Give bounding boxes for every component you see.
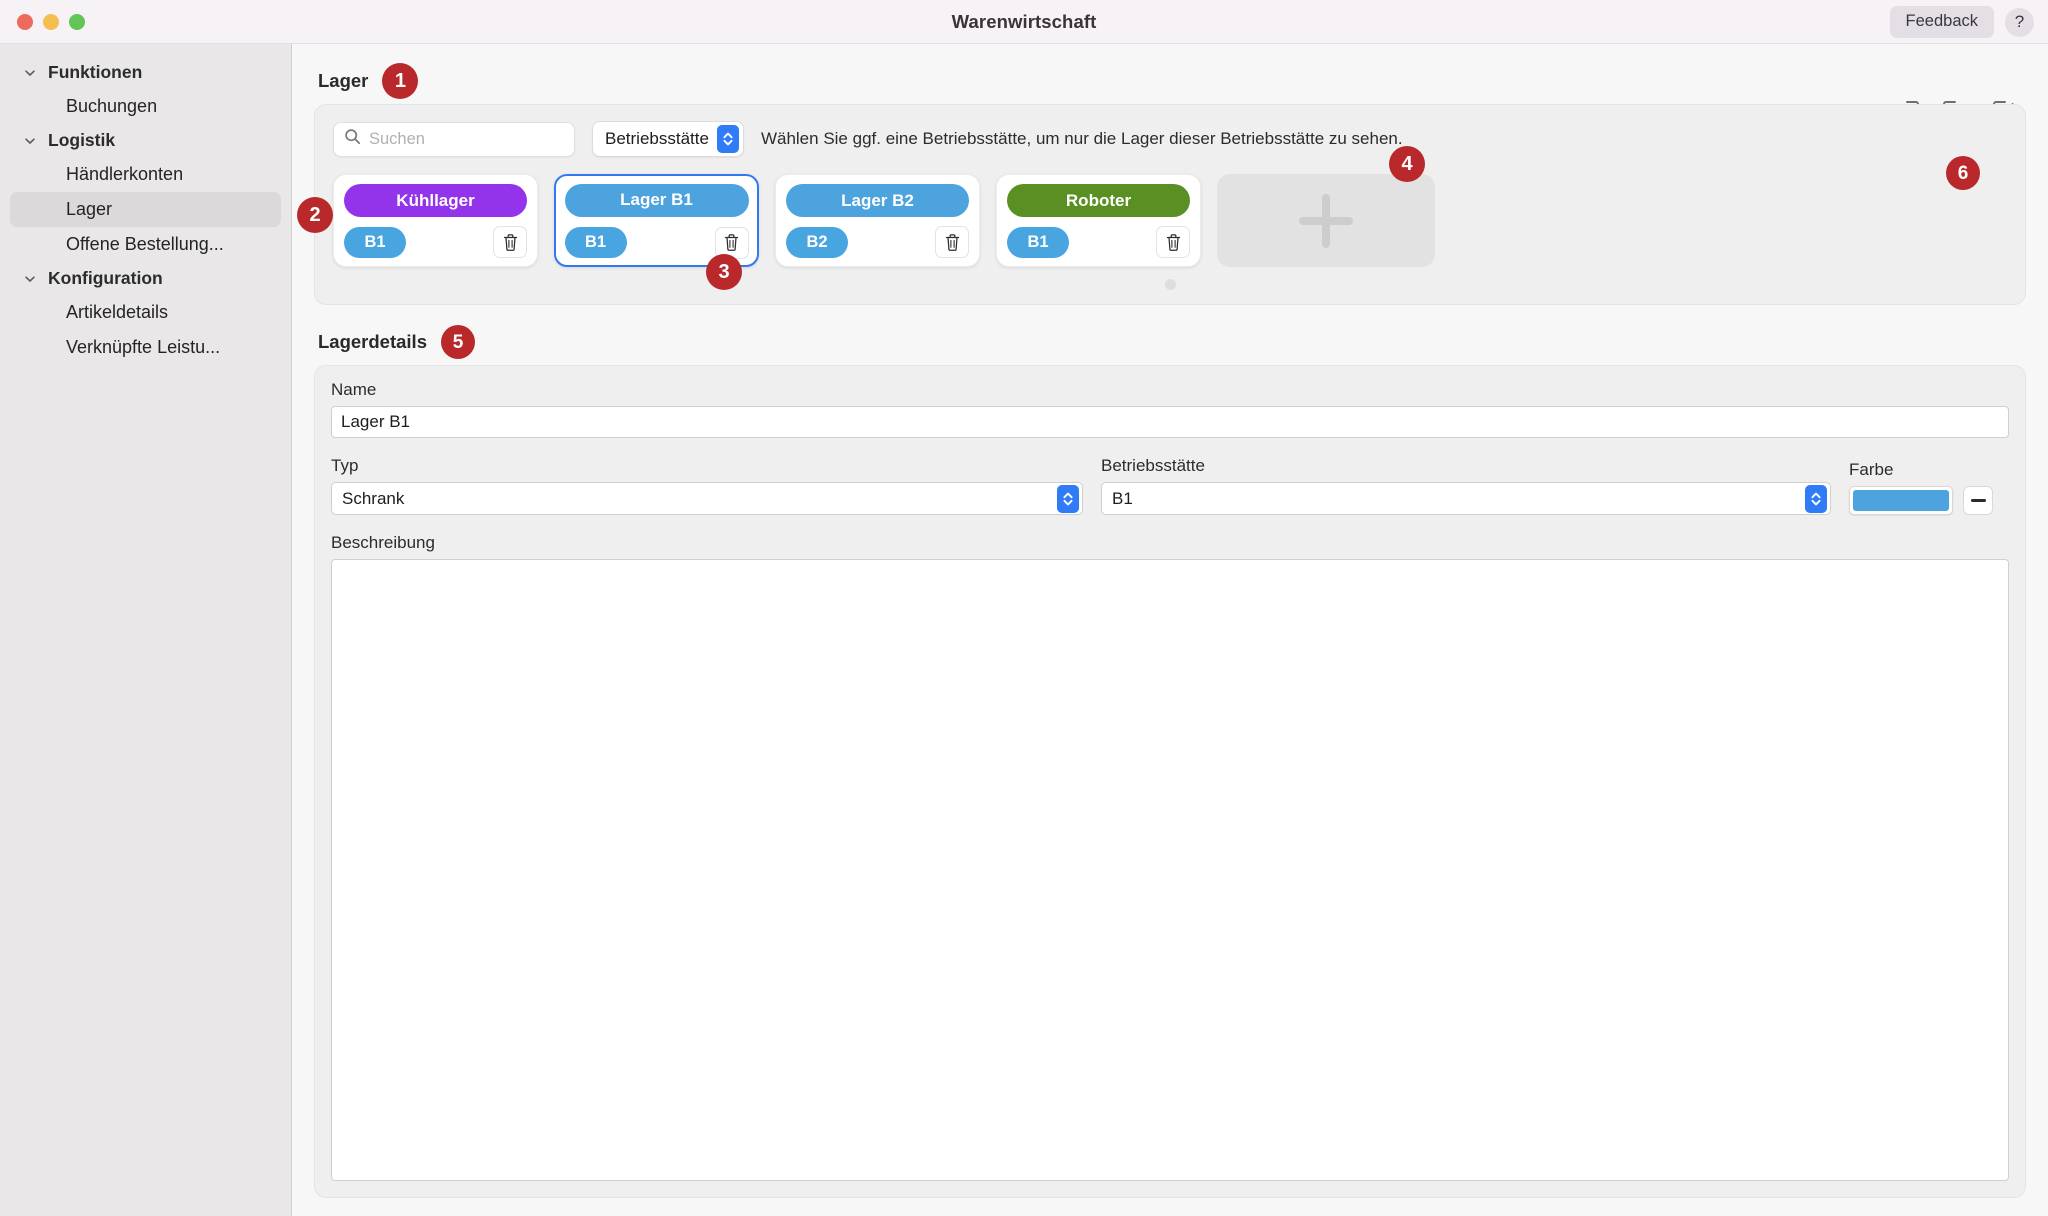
lager-cards-row: Kühllager B1 Lager B1 B1 3 Lager B2 B2 R… <box>333 146 2007 290</box>
lager-card-selected[interactable]: Lager B1 B1 3 <box>554 174 759 290</box>
window-titlebar: Warenwirtschaft Feedback ? <box>0 0 2048 44</box>
betriebsstaette-value: B1 <box>1112 488 1133 508</box>
main-content: Lager 1 6 Suchen Betriebsstätte Wählen S… <box>292 44 2048 1216</box>
betriebsstaette-filter-value: Betriebsstätte <box>605 129 709 148</box>
details-title: Lagerdetails <box>318 331 427 352</box>
filter-hint-text: Wählen Sie ggf. eine Betriebsstätte, um … <box>760 129 1403 148</box>
name-label: Name <box>331 380 377 399</box>
typ-select[interactable]: Schrank <box>331 482 1083 515</box>
delete-lager-button[interactable] <box>935 226 969 258</box>
lager-card[interactable]: Lager B2 B2 <box>775 174 980 267</box>
betriebsstaette-filter-select[interactable]: Betriebsstätte <box>592 121 744 157</box>
chevron-down-icon <box>22 134 38 148</box>
chevron-updown-icon <box>1805 484 1827 513</box>
sidebar-item-artikeldetails[interactable]: Artikeldetails <box>10 295 281 330</box>
minus-icon <box>1970 499 1986 502</box>
page-title: Lager <box>318 70 369 91</box>
lager-card-title: Lager B2 <box>786 184 969 217</box>
chevron-down-icon <box>22 272 38 286</box>
farbe-clear-button[interactable] <box>1963 486 1993 515</box>
lager-card-site-badge: B2 <box>786 226 848 258</box>
beschreibung-label: Beschreibung <box>331 533 435 552</box>
plus-icon <box>1299 193 1353 248</box>
details-section-header: Lagerdetails 5 <box>318 325 2026 359</box>
window-title: Warenwirtschaft <box>951 10 1097 32</box>
details-row: Typ Schrank Betriebsstätte B1 Farbe <box>331 456 2009 515</box>
sidebar-item-lager[interactable]: Lager <box>10 192 281 227</box>
lager-card-footer: B2 <box>786 226 969 258</box>
betriebsstaette-label: Betriebsstätte <box>1101 456 1205 475</box>
sidebar-group-logistik[interactable]: Logistik <box>0 124 291 157</box>
search-input[interactable] <box>369 129 564 149</box>
annotation-badge-2: 2 <box>297 197 333 233</box>
farbe-label: Farbe <box>1849 460 1894 479</box>
sidebar-item-haendlerkonten[interactable]: Händlerkonten <box>10 157 281 192</box>
annotation-badge-1: 1 <box>382 63 419 99</box>
feedback-button[interactable]: Feedback <box>1889 6 1994 38</box>
lager-card-title: Lager B1 <box>564 183 749 217</box>
chevron-updown-icon <box>716 125 739 153</box>
name-input[interactable] <box>331 406 2009 438</box>
sidebar: Funktionen Buchungen Logistik Händlerkon… <box>0 44 292 1216</box>
farbe-field-group: Farbe <box>1849 460 2009 515</box>
beschreibung-textarea[interactable] <box>331 559 2009 1181</box>
farbe-color-well[interactable] <box>1849 486 1953 515</box>
annotation-badge-4: 4 <box>1389 146 1425 182</box>
sidebar-group-label: Konfiguration <box>48 268 163 288</box>
annotation-badge-6: 6 <box>1946 156 1980 190</box>
lager-card-site-badge: B1 <box>344 226 406 258</box>
chevron-down-icon <box>22 66 38 80</box>
lager-card-site-badge: B1 <box>1007 226 1069 258</box>
lager-card-site-badge: B1 <box>564 227 627 258</box>
sidebar-item-buchungen[interactable]: Buchungen <box>10 89 281 124</box>
app-body: Funktionen Buchungen Logistik Händlerkon… <box>0 44 2048 1216</box>
betriebsstaette-select[interactable]: B1 <box>1101 482 1831 515</box>
sidebar-scrollbar[interactable] <box>285 44 289 1216</box>
lager-card-title: Kühllager <box>344 184 527 217</box>
chevron-updown-icon <box>1057 484 1079 513</box>
annotation-badge-5: 5 <box>441 325 475 359</box>
lager-card-title: Roboter <box>1007 184 1190 217</box>
farbe-controls <box>1849 486 2009 515</box>
typ-label: Typ <box>331 456 359 475</box>
sidebar-group-label: Funktionen <box>48 62 143 82</box>
lager-panel: Betriebsstätte Wählen Sie ggf. eine Betr… <box>297 104 2026 305</box>
pagination-dot[interactable] <box>1164 279 1176 290</box>
lager-filter-row: Betriebsstätte Wählen Sie ggf. eine Betr… <box>333 121 2007 157</box>
cards-pagination[interactable] <box>333 279 2007 290</box>
typ-value: Schrank <box>342 488 405 508</box>
typ-field-group: Typ Schrank <box>331 456 1083 515</box>
delete-lager-button[interactable] <box>1156 226 1190 258</box>
sidebar-item-verknuepfte-leistungen[interactable]: Verknüpfte Leistu... <box>10 330 281 365</box>
lager-card-footer: B1 <box>1007 226 1190 258</box>
lager-section-header: Lager 1 <box>318 63 2026 99</box>
annotation-badge-3: 3 <box>706 254 742 290</box>
lager-card[interactable]: Roboter B1 <box>996 174 1201 267</box>
name-field-group: Name <box>331 380 2009 438</box>
farbe-swatch <box>1853 490 1949 511</box>
delete-lager-button[interactable] <box>493 226 527 258</box>
lager-card-footer: B1 <box>344 226 527 258</box>
titlebar-actions: Feedback ? <box>1889 0 2034 44</box>
sidebar-group-funktionen[interactable]: Funktionen <box>0 56 291 89</box>
betriebsstaette-field-group: Betriebsstätte B1 <box>1101 456 1831 515</box>
sidebar-item-offene-bestellungen[interactable]: Offene Bestellung... <box>10 227 281 262</box>
beschreibung-field-group: Beschreibung <box>331 533 2009 1181</box>
sidebar-group-label: Logistik <box>48 130 116 150</box>
lager-card[interactable]: Kühllager B1 <box>333 174 538 267</box>
sidebar-group-konfiguration[interactable]: Konfiguration <box>0 262 291 295</box>
search-box[interactable] <box>333 121 575 157</box>
help-icon[interactable]: ? <box>2005 7 2034 37</box>
search-icon <box>344 128 361 150</box>
add-lager-button[interactable] <box>1217 174 1435 267</box>
lagerdetails-panel: Name Typ Schrank <box>314 365 2026 1198</box>
